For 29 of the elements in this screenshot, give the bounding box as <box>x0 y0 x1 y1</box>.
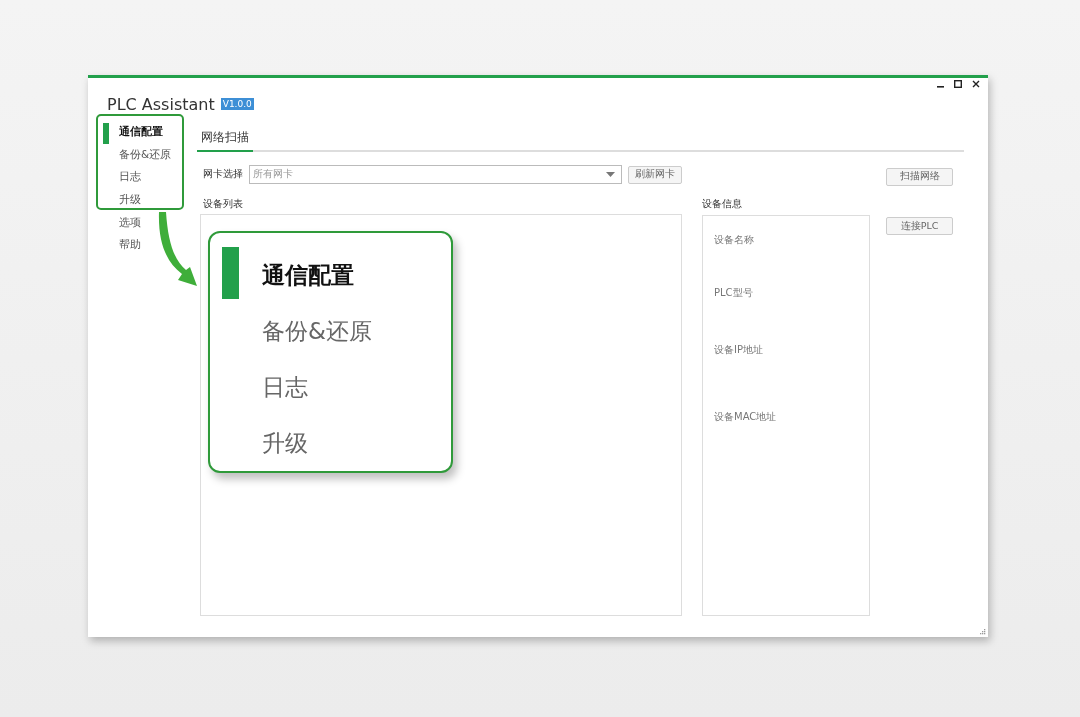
connect-plc-button[interactable]: 连接PLC <box>886 217 953 235</box>
sidebar-item[interactable]: 备份&还原 <box>88 143 197 167</box>
callout-item: 备份&还原 <box>261 316 373 346</box>
nic-label: 网卡选择 <box>203 168 243 182</box>
callout-item: 通信配置 <box>210 247 451 303</box>
sidebar-item[interactable]: 帮助 <box>88 233 197 257</box>
caret-icon <box>606 172 615 178</box>
resize-grip-icon <box>978 627 986 635</box>
sidebar-item[interactable]: 升级 <box>88 188 197 212</box>
sidebar-item[interactable]: 选项 <box>88 211 197 234</box>
version-badge: V1.0.0 <box>220 98 254 110</box>
field-label: 设备名称 <box>714 233 754 245</box>
sidebar-item[interactable]: 通信配置 <box>88 121 197 144</box>
close-icon[interactable] <box>972 80 980 88</box>
maximize-icon[interactable] <box>954 80 962 88</box>
section-label: 设备列表 <box>203 197 243 209</box>
field-label: PLC型号 <box>714 286 753 298</box>
section-label: 设备信息 <box>702 197 742 209</box>
tab[interactable]: 网络扫描 <box>197 126 253 152</box>
window-title: PLC Assistant <box>107 94 215 114</box>
scan-network-button[interactable]: 扫描网络 <box>886 167 953 186</box>
selection-indicator <box>222 247 239 299</box>
sidebar-item[interactable]: 日志 <box>88 166 197 189</box>
field-label: 设备IP地址 <box>714 343 763 355</box>
selection-indicator <box>103 123 109 144</box>
field-label: 设备MAC地址 <box>714 410 777 422</box>
callout-item: 升级 <box>261 428 309 458</box>
callout-item: 日志 <box>261 372 309 402</box>
refresh-nic-button[interactable]: 刷新网卡 <box>628 165 682 184</box>
